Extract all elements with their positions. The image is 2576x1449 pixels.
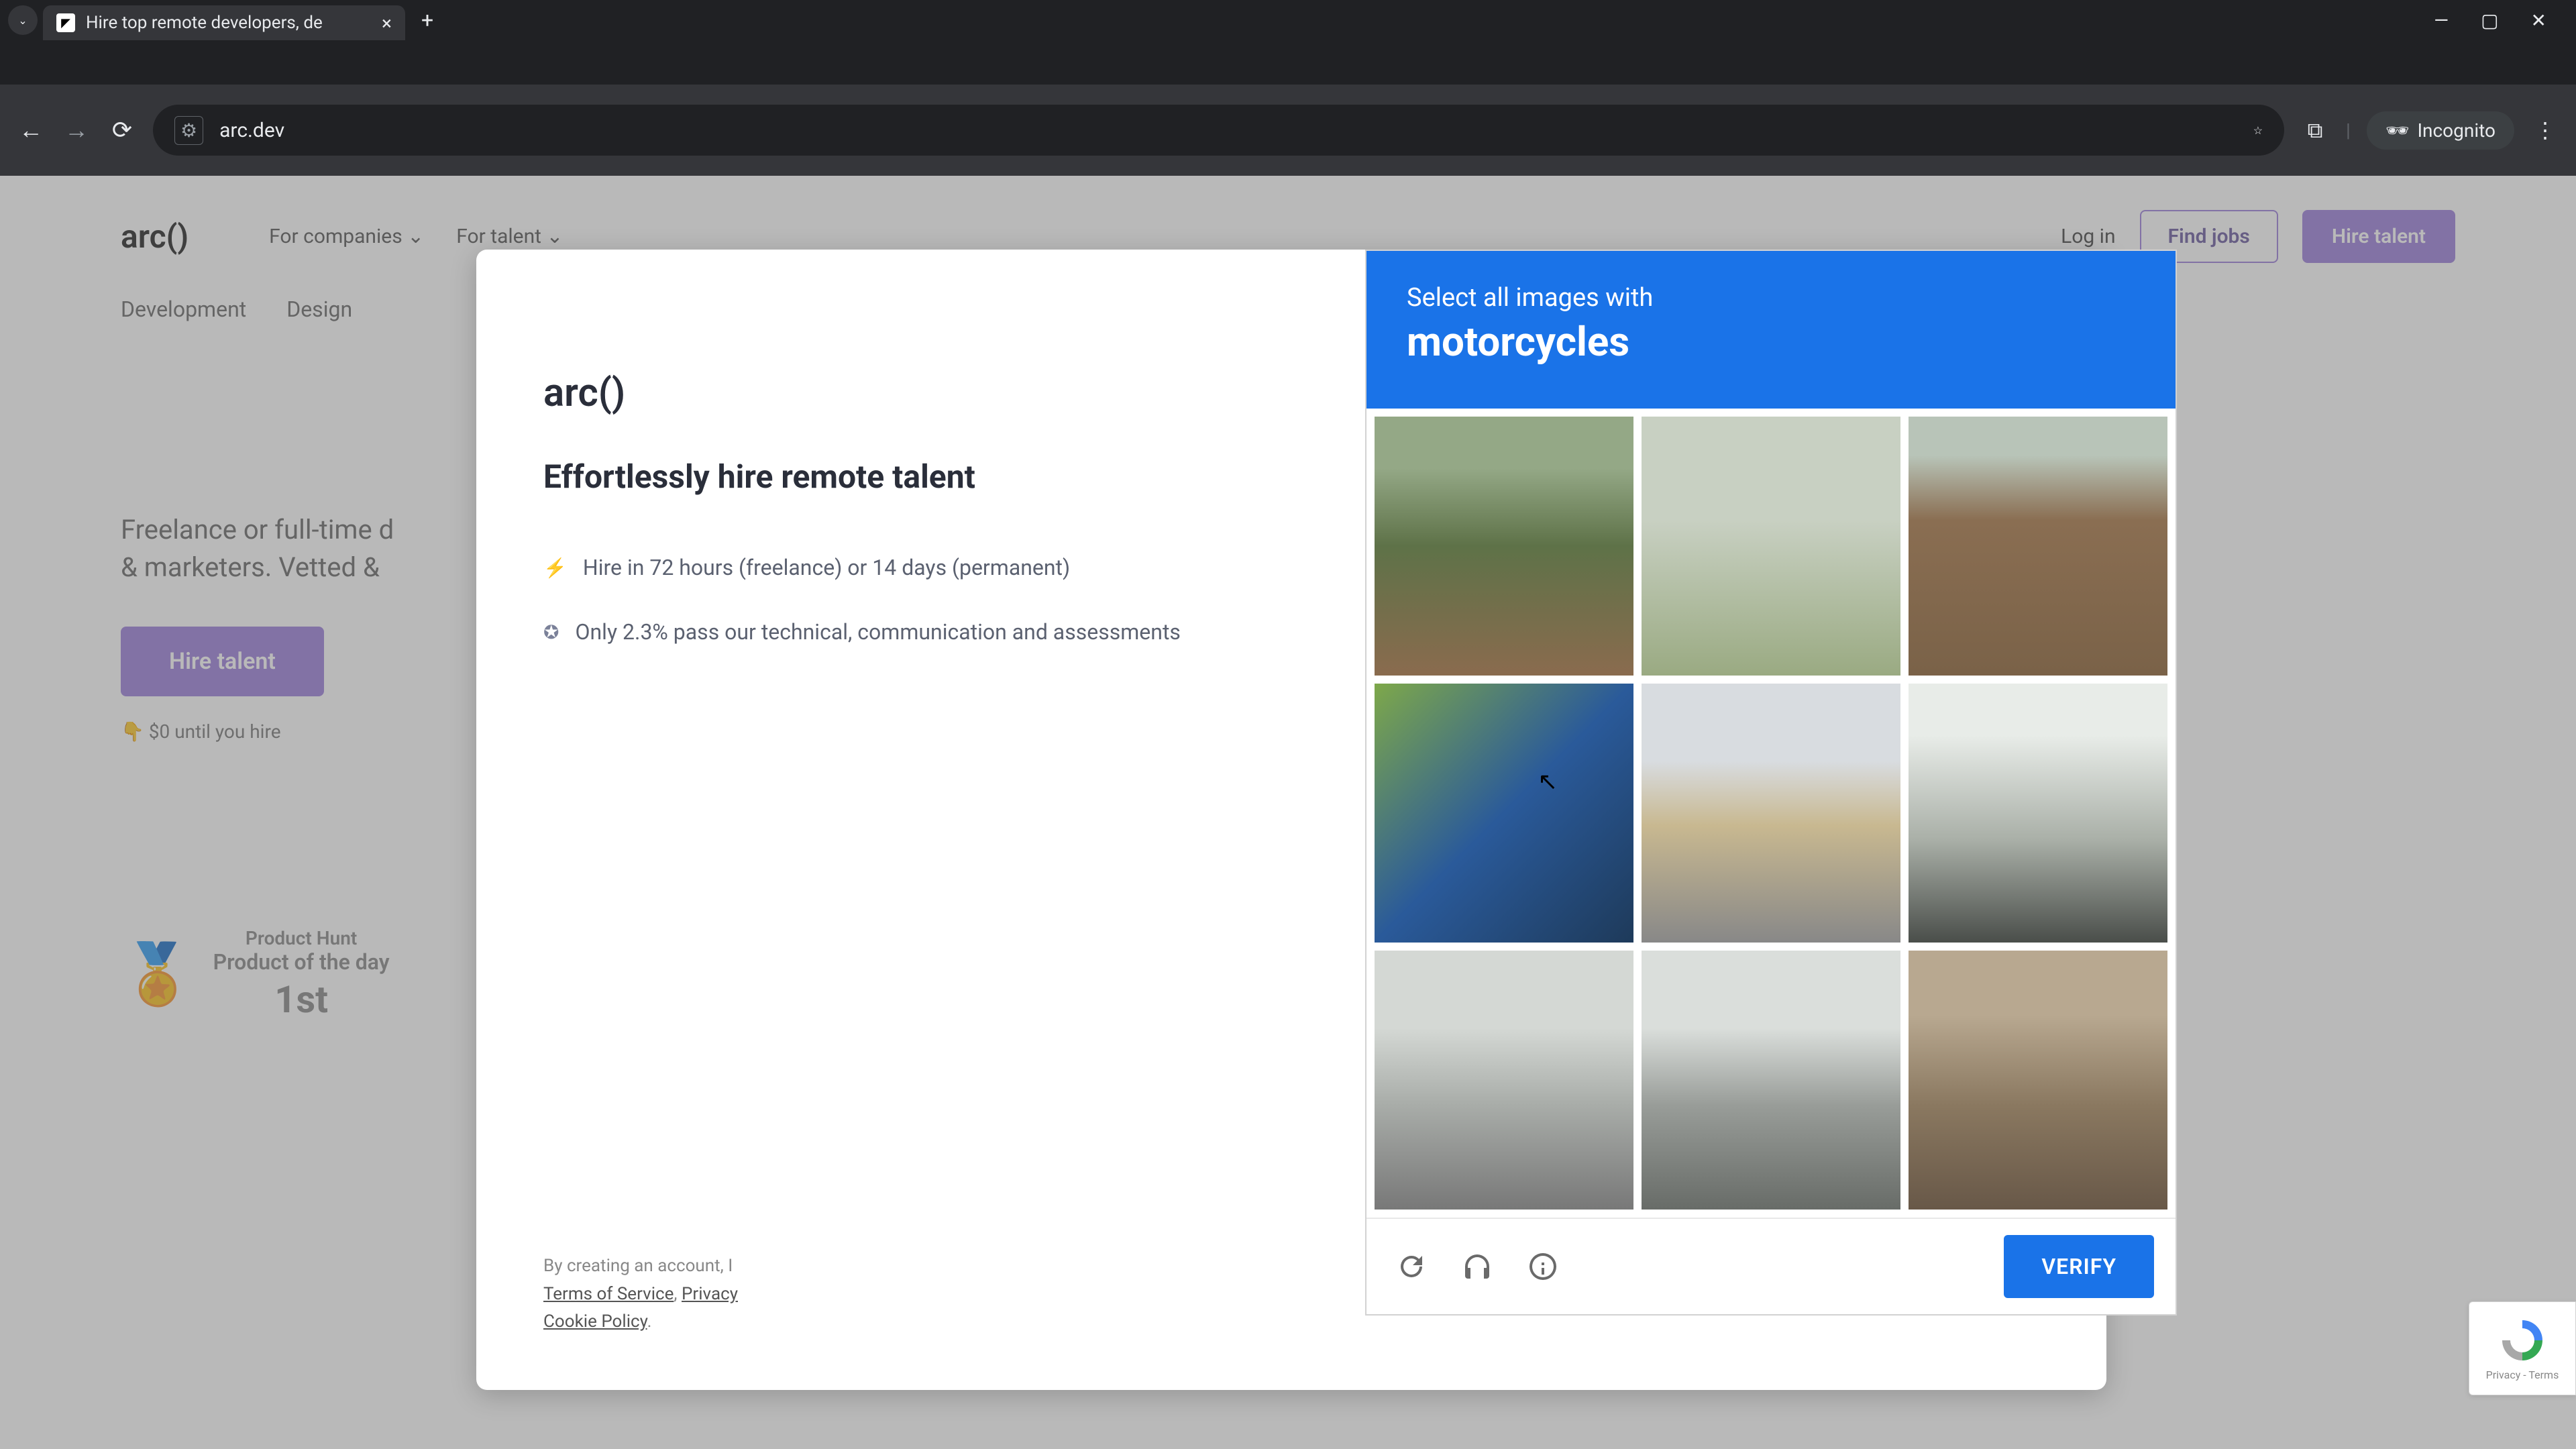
new-tab-button[interactable]: + [421, 7, 433, 33]
recaptcha-instruction: Select all images with [1407, 283, 2135, 313]
verify-button[interactable]: VERIFY [2004, 1235, 2154, 1298]
recaptcha-header: Select all images with motorcycles [1366, 251, 2176, 409]
feature-item: ⚡ Hire in 72 hours (freelance) or 14 day… [543, 551, 1224, 584]
tab-close-icon[interactable]: × [382, 12, 392, 34]
address-bar[interactable]: ⚙ arc.dev ☆ [153, 105, 2284, 156]
captcha-tile[interactable] [1375, 684, 1633, 943]
privacy-link[interactable]: Privacy [682, 1284, 738, 1304]
extensions-icon[interactable]: ⧉ [2300, 115, 2330, 145]
captcha-tile[interactable] [1642, 684, 1900, 943]
terms-link[interactable]: Terms of Service [543, 1284, 674, 1304]
menu-icon[interactable]: ⋮ [2530, 115, 2560, 145]
recaptcha-logo-icon [2498, 1316, 2546, 1364]
back-button[interactable]: ← [16, 115, 46, 145]
captcha-tile[interactable] [1909, 951, 2167, 1210]
recaptcha-footer: VERIFY [1366, 1218, 2176, 1314]
bookmark-icon[interactable]: ☆ [2253, 124, 2263, 137]
modal-logo: arc() [543, 370, 1224, 416]
signup-left-panel: arc() Effortlessly hire remote talent ⚡ … [476, 250, 1291, 1390]
browser-tab[interactable]: ◤ Hire top remote developers, de × [43, 5, 405, 40]
info-icon [1527, 1250, 1559, 1283]
captcha-tile[interactable] [1642, 951, 1900, 1210]
badge-icon: ✪ [543, 619, 559, 648]
lightning-icon: ⚡ [543, 554, 567, 584]
captcha-tile[interactable] [1375, 951, 1633, 1210]
signup-modal: arc() Effortlessly hire remote talent ⚡ … [476, 250, 2106, 1390]
maximize-icon[interactable]: ▢ [2481, 9, 2498, 32]
info-button[interactable] [1519, 1243, 1566, 1290]
close-window-icon[interactable]: ✕ [2531, 9, 2546, 32]
recaptcha-badge-text: Privacy - Terms [2486, 1368, 2559, 1381]
recaptcha-target: motorcycles [1407, 318, 2135, 366]
tab-bar: ⌄ ◤ Hire top remote developers, de × + —… [0, 0, 2576, 40]
captcha-tile[interactable] [1642, 417, 1900, 676]
captcha-tile[interactable] [1909, 417, 2167, 676]
incognito-label: Incognito [2417, 119, 2496, 142]
window-controls: — ▢ ✕ [2434, 9, 2568, 32]
recaptcha-challenge: Select all images with motorcycles [1365, 250, 2177, 1316]
tab-favicon: ◤ [56, 13, 75, 32]
reload-icon [1395, 1250, 1428, 1283]
reload-button[interactable]: ⟳ [107, 115, 137, 145]
captcha-image-grid [1366, 409, 2176, 1218]
incognito-badge[interactable]: 🕶 Incognito [2367, 111, 2514, 150]
incognito-icon: 🕶 [2385, 119, 2410, 142]
minimize-icon[interactable]: — [2434, 9, 2449, 32]
forward-button[interactable]: → [62, 115, 91, 145]
browser-chrome: ⌄ ◤ Hire top remote developers, de × + —… [0, 0, 2576, 85]
recaptcha-badge[interactable]: Privacy - Terms [2469, 1301, 2576, 1395]
headphones-icon [1461, 1250, 1493, 1283]
browser-toolbar: ← → ⟳ ⚙ arc.dev ☆ ⧉ | 🕶 Incognito ⋮ [0, 85, 2576, 176]
signup-title: Effortlessly hire remote talent [543, 456, 1224, 498]
terms-text: By creating an account, I Terms of Servi… [543, 1252, 738, 1336]
feature-item: ✪ Only 2.3% pass our technical, communic… [543, 616, 1224, 648]
cookie-link[interactable]: Cookie Policy [543, 1311, 647, 1332]
reload-challenge-button[interactable] [1388, 1243, 1435, 1290]
site-settings-icon[interactable]: ⚙ [174, 116, 203, 145]
tab-search-dropdown[interactable]: ⌄ [8, 5, 38, 35]
audio-challenge-button[interactable] [1454, 1243, 1501, 1290]
url-text: arc.dev [219, 119, 2237, 142]
chevron-down-icon: ⌄ [18, 14, 27, 27]
tab-title: Hire top remote developers, de [86, 13, 371, 33]
feature-list: ⚡ Hire in 72 hours (freelance) or 14 day… [543, 551, 1224, 648]
captcha-tile[interactable] [1375, 417, 1633, 676]
page-content: arc() For companies ⌄ For talent ⌄ Log i… [0, 176, 2576, 1449]
captcha-tile[interactable] [1909, 684, 2167, 943]
